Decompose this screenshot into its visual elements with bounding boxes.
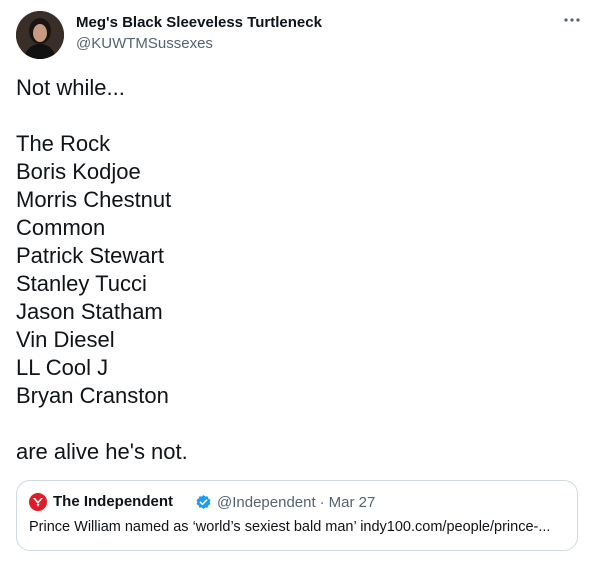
avatar[interactable] — [16, 11, 64, 59]
quoted-date[interactable]: Mar 27 — [329, 494, 376, 511]
quoted-tweet-text: Prince William named as ‘world’s sexiest… — [29, 519, 551, 535]
name-line: Vin Diesel — [16, 327, 115, 352]
name-line: LL Cool J — [16, 355, 109, 380]
meta-separator: · — [319, 494, 325, 511]
author-display-name[interactable]: Meg's Black Sleeveless Turtleneck — [76, 14, 322, 31]
name-line: Bryan Cranston — [16, 383, 169, 408]
verified-badge-icon — [195, 494, 212, 511]
tweet-text: Not while... The Rock Boris Kodjoe Morri… — [16, 74, 576, 466]
quoted-meta: @Independent · Mar 27 — [217, 494, 375, 511]
tweet-outro: are alive he's not. — [16, 439, 188, 464]
independent-logo-icon — [29, 493, 47, 511]
name-line: Stanley Tucci — [16, 271, 147, 296]
name-line: Common — [16, 215, 106, 240]
name-line: Morris Chestnut — [16, 187, 172, 212]
name-line: Jason Statham — [16, 299, 163, 324]
quoted-tweet[interactable]: The Independent @Independent · Mar 27 Prin… — [16, 480, 578, 551]
quoted-handle[interactable]: @Independent — [217, 494, 316, 511]
name-line: Boris Kodjoe — [16, 159, 141, 184]
name-line: The Rock — [16, 131, 111, 156]
author-handle[interactable]: @KUWTMSussexes — [76, 35, 213, 52]
quoted-author-name[interactable]: The Independent — [53, 493, 173, 510]
name-line: Patrick Stewart — [16, 243, 164, 268]
tweet-intro: Not while... — [16, 75, 125, 100]
more-options-icon[interactable] — [562, 10, 582, 30]
